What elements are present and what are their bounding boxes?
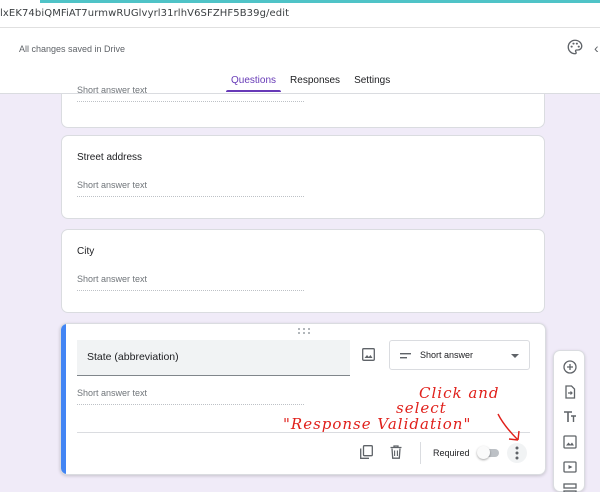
annotation-arrow-icon <box>497 413 520 441</box>
delete-icon[interactable] <box>390 445 402 459</box>
active-indicator <box>61 324 66 474</box>
short-answer-placeholder: Short answer text <box>77 85 304 102</box>
loading-indicator <box>40 0 600 3</box>
url-text[interactable]: lxEK74biQMFiAT7urmwRUGlvyrl31rlhV6SFZHF5… <box>0 8 289 19</box>
import-questions-icon[interactable] <box>563 385 577 399</box>
add-image-icon[interactable] <box>362 348 375 361</box>
question-card[interactable]: City Short answer text <box>61 229 545 313</box>
question-title: Street address <box>77 152 143 163</box>
question-type-label: Short answer <box>420 350 474 360</box>
question-title-input[interactable]: State (abbreviation) <box>77 340 350 376</box>
required-label: Required <box>433 448 470 458</box>
annotation-line-3: "Response Validation" <box>283 415 472 433</box>
palette-icon[interactable] <box>566 38 584 56</box>
short-answer-placeholder: Short answer text <box>77 388 304 405</box>
save-status: All changes saved in Drive <box>19 44 126 54</box>
question-type-dropdown[interactable]: Short answer <box>389 340 530 370</box>
question-title: City <box>77 246 95 257</box>
add-title-icon[interactable] <box>563 410 577 424</box>
short-answer-icon <box>400 353 411 359</box>
add-video-icon[interactable] <box>563 460 577 474</box>
preview-icon[interactable]: ‹ <box>594 40 599 56</box>
question-title-text: State (abbreviation) <box>87 351 179 363</box>
duplicate-icon[interactable] <box>360 445 373 459</box>
dropdown-caret-icon <box>511 354 519 358</box>
more-options-icon[interactable] <box>507 442 527 464</box>
footer-separator <box>420 442 421 464</box>
question-card[interactable]: Short answer text <box>61 85 545 128</box>
add-question-icon[interactable] <box>563 360 577 374</box>
add-image-icon[interactable] <box>563 435 577 449</box>
short-answer-placeholder: Short answer text <box>77 274 304 291</box>
toggle-thumb <box>477 446 490 459</box>
drag-handle-icon[interactable] <box>297 327 311 335</box>
question-card[interactable]: Street address Short answer text <box>61 135 545 219</box>
add-section-icon[interactable] <box>563 483 577 492</box>
question-toolbar <box>553 350 585 492</box>
required-toggle[interactable] <box>477 446 501 459</box>
tab-settings[interactable]: Settings <box>347 74 397 94</box>
short-answer-placeholder: Short answer text <box>77 180 304 197</box>
browser-url-bar[interactable]: lxEK74biQMFiAT7urmwRUGlvyrl31rlhV6SFZHF5… <box>0 0 600 28</box>
